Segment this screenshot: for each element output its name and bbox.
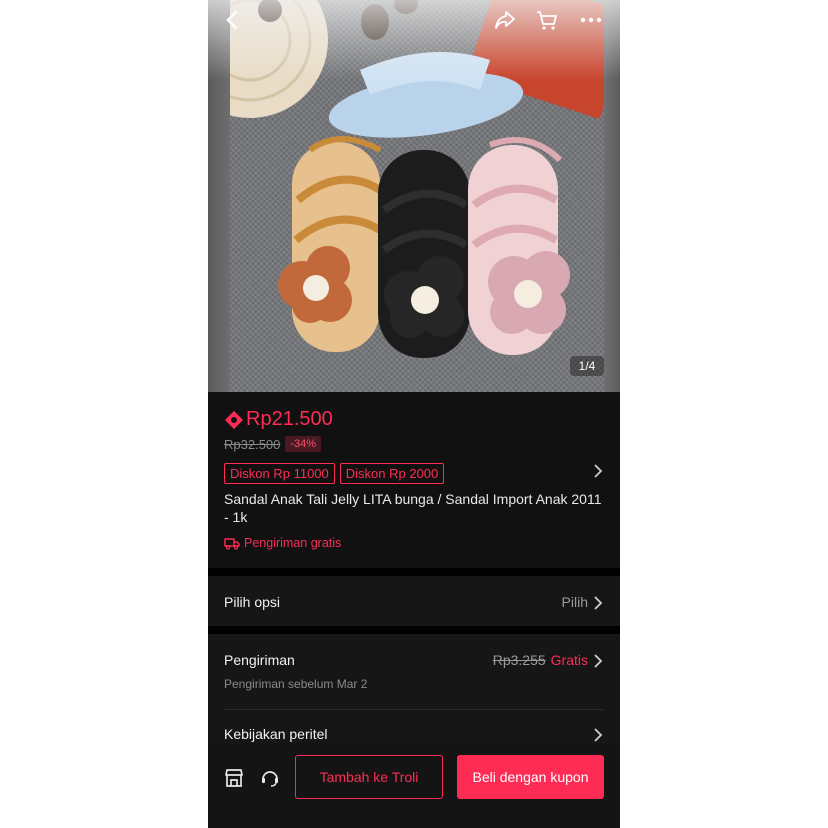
voucher-2[interactable]: Diskon Rp 2000 [339, 463, 445, 484]
original-price-row: Rp32.500 -34% [224, 436, 322, 452]
row-divider [224, 709, 604, 710]
discount-badge: -34% [285, 436, 322, 452]
vouchers-chevron-icon[interactable] [593, 462, 603, 485]
product-image[interactable]: 1/4 [208, 0, 620, 392]
free-shipping-badge: Pengiriman gratis [224, 536, 341, 550]
current-price: Rp21.500 [246, 408, 333, 430]
product-page: 1/4 Rp21.500 Rp32.500 -34% Diskon Rp 110… [208, 0, 620, 828]
truck-icon [224, 538, 240, 550]
bottom-action-bar: Tambah ke Troli Beli dengan kupon [208, 743, 620, 828]
section-divider [208, 568, 620, 576]
shop-icon[interactable] [223, 767, 245, 789]
options-label: Pilih opsi [224, 594, 281, 610]
shipping-free-label: Gratis [550, 652, 588, 668]
product-title: Sandal Anak Tali Jelly LITA bunga / Sand… [224, 491, 602, 525]
add-to-cart-button[interactable]: Tambah ke Troli [295, 755, 443, 799]
shipping-price[interactable]: Rp3.255 Gratis [493, 652, 588, 668]
options-chevron-icon [593, 594, 603, 617]
shipping-label[interactable]: Pengiriman [224, 652, 295, 668]
more-icon[interactable] [577, 6, 605, 34]
back-icon[interactable] [218, 6, 246, 34]
voucher-list[interactable]: Diskon Rp 11000 Diskon Rp 2000 [224, 463, 445, 484]
share-icon[interactable] [491, 6, 519, 34]
image-counter: 1/4 [570, 356, 604, 376]
original-price: Rp32.500 [224, 436, 281, 452]
price-row: Rp21.500 [224, 408, 333, 431]
shipping-chevron-icon[interactable] [593, 652, 603, 675]
free-shipping-label: Pengiriman gratis [244, 536, 342, 550]
shipping-old-price: Rp3.255 [492, 652, 546, 668]
price-tag-icon [225, 410, 243, 429]
buy-with-coupon-button[interactable]: Beli dengan kupon [457, 755, 604, 799]
options-value: Pilih [561, 594, 588, 610]
shipping-section: Pengiriman Rp3.255 Gratis Pengiriman seb… [208, 634, 620, 744]
customer-service-icon[interactable] [259, 767, 281, 789]
section-divider [208, 626, 620, 634]
policy-label[interactable]: Kebijakan peritel [224, 726, 328, 742]
shipping-estimate: Pengiriman sebelum Mar 2 [224, 677, 368, 691]
price-section: Rp21.500 Rp32.500 -34% Diskon Rp 11000 D… [208, 392, 620, 568]
cart-icon[interactable] [533, 6, 561, 34]
voucher-1[interactable]: Diskon Rp 11000 [224, 463, 335, 484]
options-row[interactable]: Pilih opsi Pilih [208, 576, 620, 626]
